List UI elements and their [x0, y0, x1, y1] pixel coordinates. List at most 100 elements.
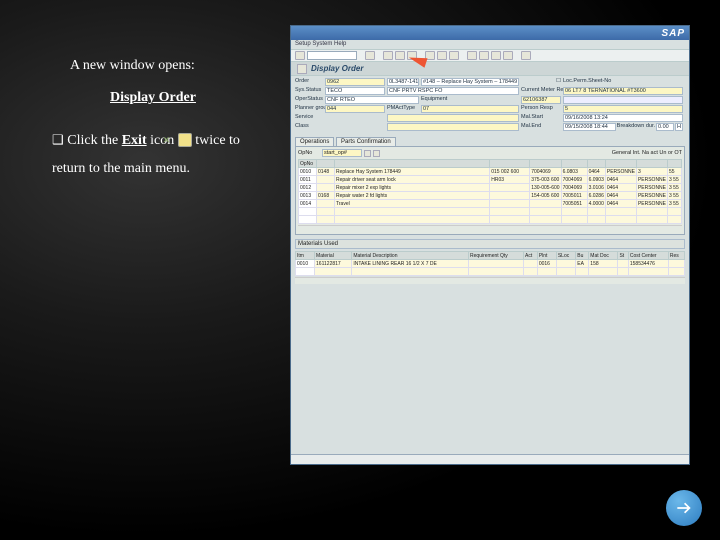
lbl-order: Order [295, 78, 323, 86]
table-row[interactable]: 0011Repair driver seat arm lockHR03375-0… [299, 176, 682, 184]
table-row[interactable]: 0012Repair mixer 2 exp lights130-005-600… [299, 184, 682, 192]
mat-row[interactable]: 0010 161122817 INTAKE LINING REAR 16 1/2… [296, 260, 685, 268]
sap-logo: SAP [661, 28, 685, 39]
fld-opstatus: CNF RTEO [325, 96, 419, 104]
mh4: Act [524, 252, 538, 260]
fld-break-u: H [675, 123, 683, 131]
order-header: Order 0962 0L3487-1411 #148 – Replace Ha… [291, 76, 689, 135]
instruction-bullet: ❑ Click the Exit icon twice to [30, 130, 280, 152]
mr-res [668, 260, 684, 268]
mat-scrollbar[interactable] [295, 277, 685, 284]
lbl-opstatus: OperStatus [295, 96, 323, 104]
tb-find-icon[interactable] [437, 51, 447, 60]
fld-equip-ex[interactable] [563, 96, 683, 104]
checkbox-icon: ❑ [52, 132, 67, 147]
lbl-status: Sys.Status [295, 87, 323, 95]
tb-exit-icon[interactable] [395, 51, 405, 60]
next-slide-button[interactable] [666, 490, 702, 526]
mr-qty [469, 260, 524, 268]
menubar[interactable]: Setup System Help [291, 40, 689, 50]
fld-order-type[interactable]: 0L3487-1411 [387, 78, 419, 86]
mr-doc: 158 [589, 260, 618, 268]
mh6: SLoc [556, 252, 575, 260]
fld-malfend: 09/15/2008 18:44 [563, 123, 616, 131]
fld-equip[interactable]: 62106387 [521, 96, 561, 104]
lbl-equipment: Equipment [421, 96, 519, 104]
arrow-right-icon [674, 498, 694, 518]
mh0: Itm [296, 252, 315, 260]
lbl-locperm: Loc.Perm.Sheet-No [563, 78, 683, 86]
ops-scrollbar[interactable] [298, 225, 682, 232]
operations-table: OpNo 00100148Replace Hay System 17844901… [298, 159, 682, 224]
table-row[interactable] [299, 208, 682, 216]
screen-title-bar: Display Order [291, 62, 689, 76]
fld-pmact[interactable]: 07 [421, 105, 519, 113]
table-row[interactable]: 00130168Repair water 2 fd lights154-005 … [299, 192, 682, 200]
mr-cc: 158534476 [628, 260, 668, 268]
command-field[interactable] [307, 51, 357, 60]
mh3: Requirement Qty [469, 252, 524, 260]
mr-act [524, 260, 538, 268]
tb-enter-icon[interactable] [295, 51, 305, 60]
fld-opno[interactable]: start_op# [322, 149, 362, 157]
lbl-action: Current Meter Reading [521, 87, 561, 95]
tb-findnext-icon[interactable] [449, 51, 459, 60]
tb-save-icon[interactable] [365, 51, 375, 60]
lbl-service: Service [295, 114, 385, 122]
materials-table: Itm Material Material Description Requir… [295, 251, 685, 276]
table-row[interactable]: 00100148Replace Hay System 178449015 002… [299, 168, 682, 176]
mh7: Bu [576, 252, 589, 260]
mh8: Mat Doc [589, 252, 618, 260]
display-order-title: Display Order [110, 87, 280, 109]
tb-help-icon[interactable] [521, 51, 531, 60]
fld-plangrp[interactable]: 044 [325, 105, 385, 113]
mr-sloc [556, 260, 575, 268]
fld-status2: CNF PRTV RSPC FO [387, 87, 519, 95]
lbl-class: Class [295, 123, 385, 131]
tb-firstpage-icon[interactable] [467, 51, 477, 60]
mr-mat: 161122817 [315, 260, 352, 268]
tab-operations[interactable]: Operations [295, 137, 334, 146]
sap-window: SAP Setup System Help Display Order Orde… [290, 25, 690, 465]
mh1: Material [315, 252, 352, 260]
window-titlebar: SAP [291, 26, 689, 40]
tb-lastpage-icon[interactable] [503, 51, 513, 60]
screen-title-text: Display Order [311, 64, 363, 73]
lbl-malfst: Mal.Start [521, 114, 561, 122]
instruction-panel: A new window opens: Display Order ❑ Clic… [70, 55, 280, 181]
bullet-line2: return to the main menu. [30, 158, 280, 180]
operations-panel: OpNo start_op# General Int. Na act Un or… [295, 146, 685, 235]
mat-row-empty[interactable] [296, 268, 685, 276]
btn-op-up-icon[interactable] [364, 150, 371, 157]
mh10: Cost Center [628, 252, 668, 260]
mr-desc: INTAKE LINING REAR 16 1/2 X 7 DE [352, 260, 469, 268]
bullet-bold: Exit [122, 133, 147, 148]
fld-service[interactable] [387, 114, 519, 122]
lbl-person: Person Resp [521, 105, 561, 113]
materials-section: Materials Used Itm Material Material Des… [295, 239, 685, 284]
lbl-break: Breakdown dur. [617, 123, 655, 131]
tab-parts-confirm[interactable]: Parts Confirmation [336, 137, 396, 146]
mr-plnt: 0016 [537, 260, 556, 268]
lbl-malfend: Mal.End [521, 123, 561, 131]
lbl-pmact: PMActType [387, 105, 419, 113]
fld-class[interactable] [387, 123, 519, 131]
btn-op-down-icon[interactable] [373, 150, 380, 157]
fld-order-desc[interactable]: #148 – Replace Hay System – 178449 [421, 78, 519, 86]
mr-st [618, 260, 628, 268]
mr-bu: EA [576, 260, 589, 268]
tb-prevpage-icon[interactable] [479, 51, 489, 60]
mh5: Plnt [537, 252, 556, 260]
lbl-plangrp: Planner group [295, 105, 323, 113]
ops-h0: OpNo [299, 160, 317, 168]
tab-strip: Operations Parts Confirmation [295, 137, 685, 146]
lbl-loc: ☐ [521, 78, 561, 86]
fld-person[interactable]: 5 [563, 105, 683, 113]
fld-order-no[interactable]: 0962 [325, 78, 385, 86]
exit-icon [178, 133, 192, 147]
table-row[interactable]: 0014Travel70050514.00000464PERSONNE3 55 [299, 200, 682, 208]
tb-nextpage-icon[interactable] [491, 51, 501, 60]
mh11: Res [668, 252, 684, 260]
tb-back-icon[interactable] [383, 51, 393, 60]
table-row[interactable] [299, 216, 682, 224]
